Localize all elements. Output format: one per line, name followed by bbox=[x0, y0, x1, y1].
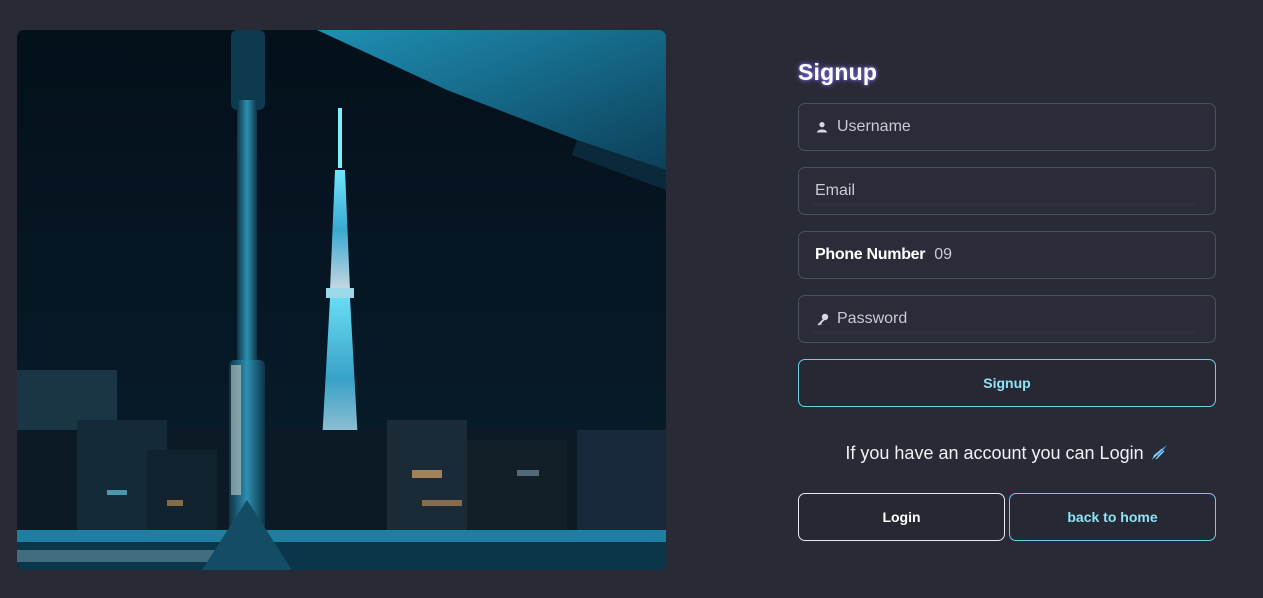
password-field[interactable] bbox=[798, 295, 1216, 343]
password-input[interactable] bbox=[837, 310, 1197, 328]
login-hint-text: If you have an account you can Login bbox=[845, 443, 1144, 463]
signup-page: Signup Phone Number 09 bbox=[0, 0, 1263, 598]
phone-label: Phone Number bbox=[815, 246, 926, 263]
login-hint: If you have an account you can Login bbox=[798, 441, 1216, 465]
hero-image bbox=[17, 30, 666, 570]
back-to-home-button[interactable]: back to home bbox=[1009, 493, 1216, 541]
phone-field[interactable]: Phone Number 09 bbox=[798, 231, 1216, 279]
email-input[interactable] bbox=[815, 182, 1175, 200]
night-tower-illustration bbox=[17, 30, 666, 570]
email-field[interactable] bbox=[798, 167, 1216, 215]
paper-plane-icon bbox=[1150, 443, 1169, 468]
phone-prefix[interactable]: 09 bbox=[934, 246, 952, 264]
login-button[interactable]: Login bbox=[798, 493, 1005, 541]
signup-form: Signup Phone Number 09 bbox=[798, 58, 1216, 541]
form-title: Signup bbox=[798, 59, 878, 85]
autofill-strip bbox=[811, 331, 1197, 334]
autofill-strip bbox=[811, 203, 1197, 206]
signup-button[interactable]: Signup bbox=[798, 359, 1216, 407]
username-field[interactable] bbox=[798, 103, 1216, 151]
username-input[interactable] bbox=[837, 118, 1197, 136]
key-icon bbox=[815, 312, 829, 326]
user-icon bbox=[815, 120, 829, 134]
action-buttons: Login back to home bbox=[798, 493, 1216, 541]
